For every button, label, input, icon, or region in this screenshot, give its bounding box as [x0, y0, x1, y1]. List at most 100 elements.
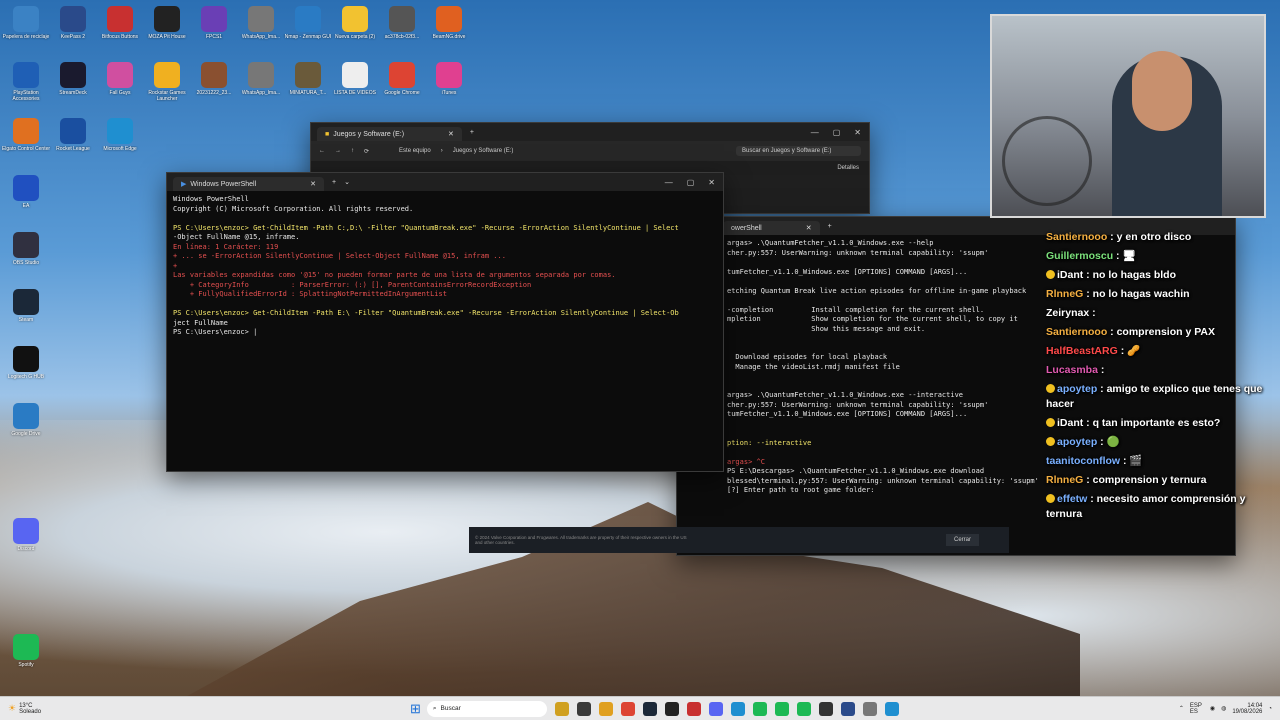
- chat-username: apoytep: [1057, 383, 1098, 395]
- close-icon[interactable]: ✕: [310, 180, 316, 188]
- desktop-icon[interactable]: PlayStation Accessories: [0, 58, 52, 110]
- maximize-icon[interactable]: ▢: [833, 128, 841, 137]
- wifi-icon[interactable]: ◉: [1210, 705, 1215, 712]
- clock[interactable]: 14:04 19/08/2026: [1232, 703, 1262, 715]
- desktop-icon[interactable]: ac378cb-02f3...: [376, 2, 428, 54]
- desktop-icon[interactable]: FPCS1: [188, 2, 240, 54]
- desktop-icon[interactable]: Discord: [0, 514, 52, 566]
- desktop-icon[interactable]: 20231222_23...: [188, 58, 240, 110]
- terminal-line: + ... se -ErrorAction SilentlyContinue |…: [173, 252, 506, 260]
- desktop-icon[interactable]: Rocket League: [47, 114, 99, 166]
- desktop-icon[interactable]: StreamDeck: [47, 58, 99, 110]
- notification-icon[interactable]: ◔: [1268, 706, 1272, 712]
- desktop-icon[interactable]: LISTA DE VIDEOS: [329, 58, 381, 110]
- volume-icon[interactable]: ◍: [1221, 705, 1226, 712]
- minimize-icon[interactable]: —: [665, 178, 673, 187]
- chat-message: apoytep : amigo te explico que tenes que…: [1046, 382, 1276, 412]
- taskbar-search[interactable]: ⌕ Buscar: [426, 700, 547, 717]
- taskbar-app-icon[interactable]: [554, 701, 569, 716]
- taskbar-app-icon[interactable]: [664, 701, 679, 716]
- new-tab-icon[interactable]: +: [470, 129, 474, 136]
- desktop-icon[interactable]: Bitfocus Buttons: [94, 2, 146, 54]
- webcam-overlay: [990, 14, 1266, 218]
- desktop-icon[interactable]: Nueva carpeta (2): [329, 2, 381, 54]
- desktop-icon[interactable]: Google Drive: [0, 399, 52, 451]
- desktop-icon[interactable]: BeamNG.drive: [423, 2, 475, 54]
- taskbar-app-icon[interactable]: [730, 701, 745, 716]
- breadcrumb-item[interactable]: Este equipo: [399, 148, 431, 154]
- powershell-window[interactable]: ▶ Windows PowerShell ✕ + ⌄ — ▢ ✕ Windows Pow…: [166, 172, 724, 472]
- app-icon: [13, 403, 39, 429]
- app-icon: [248, 62, 274, 88]
- chevron-down-icon[interactable]: ⌄: [344, 178, 350, 186]
- desktop-icon-label: LISTA DE VIDEOS: [334, 90, 376, 96]
- desktop-icon[interactable]: OBS Studio: [0, 228, 52, 280]
- close-icon[interactable]: ✕: [448, 130, 454, 138]
- minimize-icon[interactable]: —: [811, 128, 819, 137]
- maximize-icon[interactable]: ▢: [687, 178, 695, 187]
- explorer-search-input[interactable]: Buscar en Juegos y Software (E:): [736, 146, 861, 156]
- terminal-line: ject FullName: [173, 318, 228, 327]
- desktop-icon[interactable]: Logitech G HUB: [0, 342, 52, 394]
- powershell-output[interactable]: Windows PowerShell Copyright (C) Microsof…: [167, 191, 723, 342]
- language-indicator[interactable]: ESP ES: [1190, 703, 1204, 715]
- weather-widget[interactable]: ☀ 13°C Soleado: [0, 703, 120, 715]
- back-icon[interactable]: ←: [319, 148, 325, 154]
- close-window-icon[interactable]: ✕: [708, 178, 715, 187]
- new-tab-icon[interactable]: +: [332, 179, 336, 186]
- taskbar-app-icon[interactable]: [884, 701, 899, 716]
- chat-text: : no lo hagas wachin: [1083, 288, 1190, 300]
- desktop-icon[interactable]: Spotify: [0, 630, 52, 682]
- desktop-icon[interactable]: Steam: [0, 285, 52, 337]
- refresh-icon[interactable]: ⟳: [364, 148, 369, 155]
- desktop-icon[interactable]: EA: [0, 171, 52, 223]
- chat-username: Zeirynax: [1046, 307, 1090, 319]
- chat-username: iDant: [1057, 417, 1084, 429]
- taskbar-app-icon[interactable]: [840, 701, 855, 716]
- desktop-icon[interactable]: MOZA Pit House: [141, 2, 193, 54]
- desktop-icon[interactable]: MINIATURA_T...: [282, 58, 334, 110]
- taskbar: ☀ 13°C Soleado ⊞ ⌕ Buscar ⌃ ESP ES ◉ ◍ 14:…: [0, 696, 1280, 720]
- desktop-icon-label: 20231222_23...: [196, 90, 232, 96]
- taskbar-app-icon[interactable]: [774, 701, 789, 716]
- desktop-icon[interactable]: Microsoft Edge: [94, 114, 146, 166]
- desktop-icon[interactable]: KeePass 2: [47, 2, 99, 54]
- close-icon[interactable]: ✕: [806, 224, 812, 232]
- new-tab-icon[interactable]: +: [828, 223, 832, 230]
- desktop-icon[interactable]: iTunes: [423, 58, 475, 110]
- taskbar-app-icon[interactable]: [796, 701, 811, 716]
- cerrar-button[interactable]: Cerrar: [945, 534, 979, 546]
- desktop-icon[interactable]: WhatsApp_Ima...: [235, 2, 287, 54]
- system-tray: ⌃ ESP ES ◉ ◍ 14:04 19/08/2026 ◔: [1179, 703, 1280, 715]
- explorer-tab[interactable]: ■ Juegos y Software (E:) ✕: [317, 127, 462, 141]
- desktop-icon-label: Google Drive: [11, 431, 41, 437]
- taskbar-app-icon[interactable]: [752, 701, 767, 716]
- taskbar-app-icon[interactable]: [818, 701, 833, 716]
- chevron-up-icon[interactable]: ⌃: [1179, 705, 1184, 712]
- desktop-icon[interactable]: Elgato Control Center: [0, 114, 52, 166]
- up-icon[interactable]: ↑: [351, 148, 354, 154]
- desktop-icon[interactable]: Fall Guys: [94, 58, 146, 110]
- app-icon: [13, 518, 39, 544]
- taskbar-app-icon[interactable]: [642, 701, 657, 716]
- breadcrumb-item[interactable]: Juegos y Software (E:): [453, 148, 514, 154]
- desktop-icon[interactable]: Google Chrome: [376, 58, 428, 110]
- desktop-icon[interactable]: Rockstar Games Launcher: [141, 58, 193, 110]
- taskbar-app-icon[interactable]: [620, 701, 635, 716]
- desktop-icon[interactable]: WhatsApp_Ima...: [235, 58, 287, 110]
- forward-icon[interactable]: →: [335, 148, 341, 154]
- start-icon[interactable]: ⊞: [410, 701, 421, 717]
- taskbar-app-icon[interactable]: [708, 701, 723, 716]
- taskbar-app-icon[interactable]: [862, 701, 877, 716]
- close-window-icon[interactable]: ✕: [854, 128, 861, 137]
- taskbar-app-icon[interactable]: [686, 701, 701, 716]
- details-button[interactable]: Detalles: [837, 165, 859, 171]
- taskbar-app-icon[interactable]: [598, 701, 613, 716]
- app-icon: [107, 6, 133, 32]
- desktop-icon[interactable]: Nmap - Zenmap GUI: [282, 2, 334, 54]
- terminal2-tab[interactable]: owerShell ✕: [723, 221, 820, 235]
- desktop-icon[interactable]: Papelera de reciclaje: [0, 2, 52, 54]
- powershell-tab[interactable]: ▶ Windows PowerShell ✕: [173, 177, 325, 191]
- taskbar-app-icon[interactable]: [576, 701, 591, 716]
